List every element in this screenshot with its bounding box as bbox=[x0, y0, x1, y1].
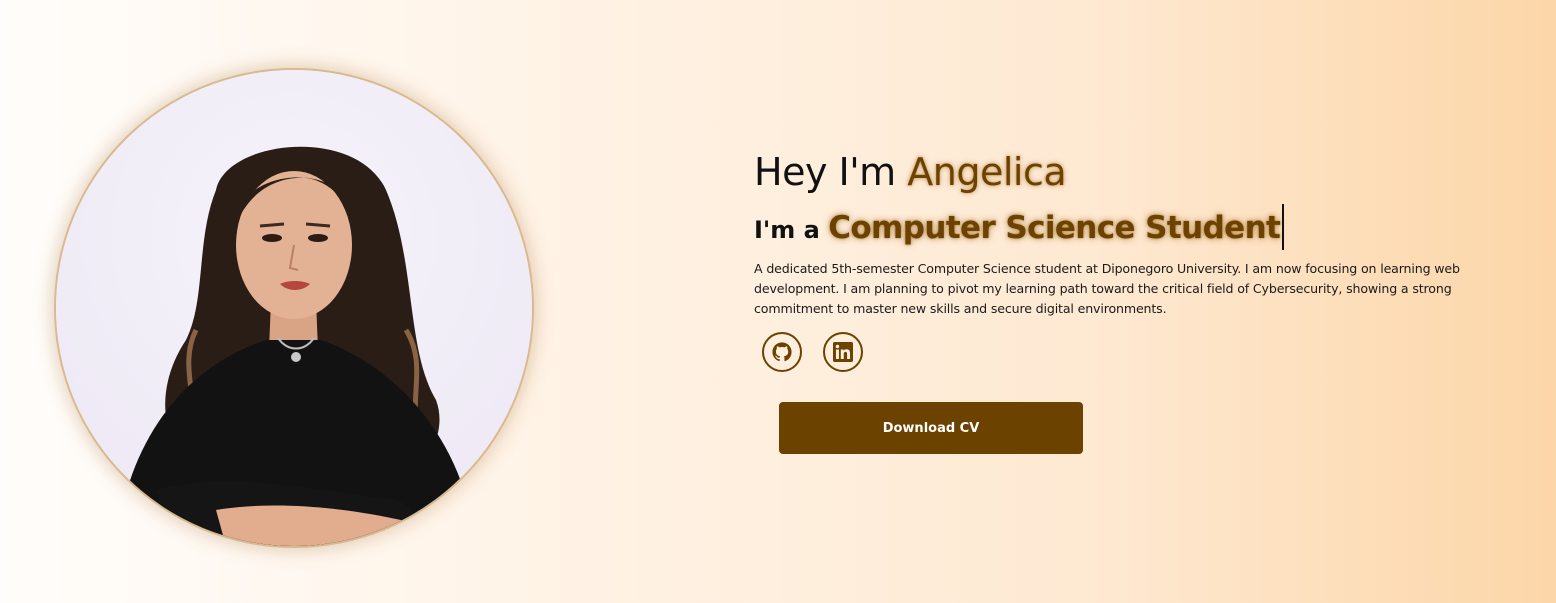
greeting-prefix: Hey I'm bbox=[754, 150, 908, 194]
download-cv-button[interactable]: Download CV bbox=[779, 402, 1083, 454]
social-links bbox=[762, 332, 863, 372]
name-highlight: Angelica bbox=[907, 150, 1067, 194]
github-link[interactable] bbox=[762, 332, 802, 372]
role-heading: I'm a Computer Science Student bbox=[754, 204, 1285, 253]
hero-section: Hey I'm Angelica I'm a Computer Science … bbox=[0, 0, 1556, 603]
github-icon bbox=[772, 342, 792, 362]
profile-photo-illustration bbox=[116, 146, 476, 546]
role-prefix: I'm a bbox=[754, 216, 829, 244]
typing-cursor bbox=[1282, 204, 1285, 250]
greeting-heading: Hey I'm Angelica bbox=[754, 146, 1067, 198]
linkedin-link[interactable] bbox=[823, 332, 863, 372]
profile-photo bbox=[56, 70, 532, 546]
bio-paragraph: A dedicated 5th-semester Computer Scienc… bbox=[754, 261, 1460, 316]
linkedin-icon bbox=[833, 342, 853, 362]
role-typed-text: Computer Science Student bbox=[828, 210, 1281, 246]
